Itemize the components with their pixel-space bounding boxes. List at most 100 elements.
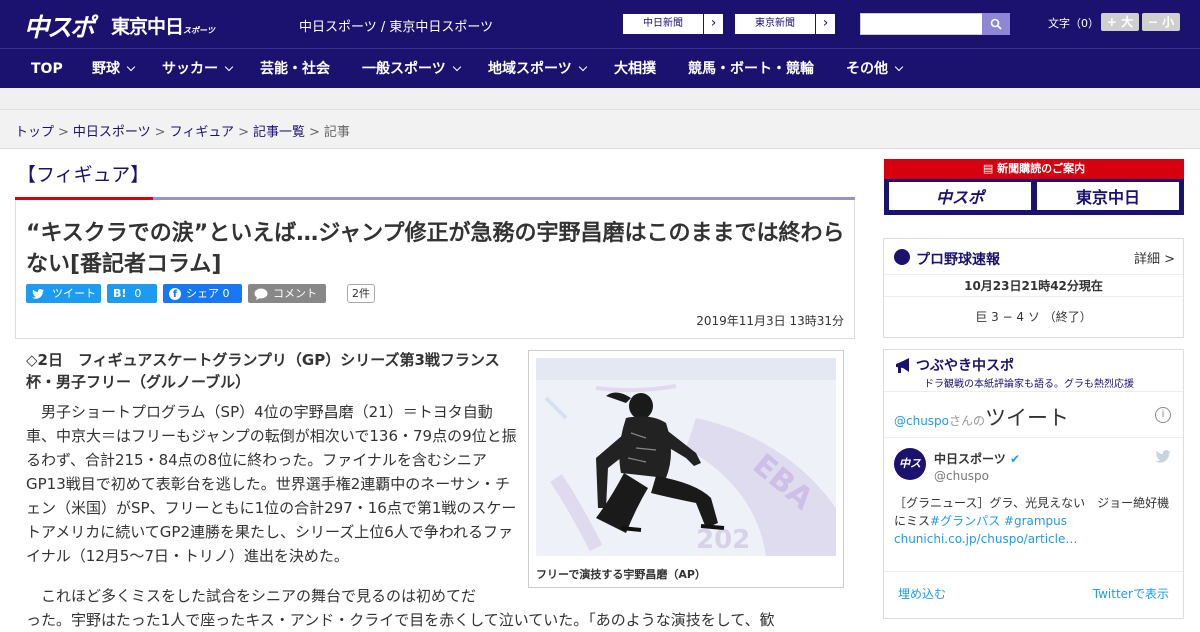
article-date: 2019年11月3日 13時31分: [696, 314, 844, 328]
category-bar: 【フィギュア】: [15, 160, 855, 200]
embed-link[interactable]: 埋め込む: [898, 585, 946, 602]
nav-label: 一般スポーツ: [362, 61, 446, 77]
subscribe-chuspo-logo[interactable]: 中スポ: [888, 181, 1032, 211]
baseball-icon: [894, 249, 910, 265]
tsubuyaki-title: つぶやき中スポ: [916, 358, 1014, 374]
nav-local-sports[interactable]: 地域スポーツ: [488, 49, 587, 89]
tokyo-shimbun-link[interactable]: 東京新聞 ›: [734, 13, 836, 35]
chunichi-link-label: 中日新聞: [643, 18, 683, 29]
article-paragraph-2-line1: これほど多くミスをした試合をシニアの舞台で見るのは初めてだ: [41, 587, 477, 605]
baseball-header: プロ野球速報 詳細 >: [884, 239, 1183, 275]
subscription-logos: 中スポ 東京中日: [888, 181, 1180, 211]
main-nav: TOP 野球 サッカー 芸能・社会 一般スポーツ 地域スポーツ 大相撲 競馬・ボ…: [0, 48, 1200, 88]
tweet-author-name-text: 中日スポーツ: [934, 452, 1006, 466]
sites-link[interactable]: 中日スポーツ / 東京中日スポーツ: [299, 16, 493, 35]
tweet-hashtag[interactable]: #grampus: [1004, 514, 1067, 528]
view-on-twitter-link[interactable]: Twitterで表示: [1093, 585, 1169, 602]
nav-label: その他: [846, 61, 888, 77]
site-header: 中スポ 東京中日スポーツ 中日スポーツ / 東京中日スポーツ 中日新聞 › 東京…: [0, 0, 1200, 48]
verified-icon: ✔: [1009, 452, 1021, 466]
avatar[interactable]: 中スポ: [894, 448, 926, 502]
tweets-handle-link[interactable]: @chuspo: [894, 414, 949, 428]
hatena-b-icon: B!: [113, 287, 127, 300]
tokyo-logo-small: スポーツ: [183, 26, 215, 35]
breadcrumb-list[interactable]: 記事一覧: [253, 125, 305, 140]
info-icon[interactable]: i: [1155, 407, 1171, 423]
nav-racing[interactable]: 競馬・ボート・競輪: [688, 49, 814, 89]
tweets-title: ツイート: [985, 406, 1070, 430]
nav-label: サッカー: [162, 61, 218, 77]
font-bigger-button[interactable]: + 大: [1101, 13, 1139, 31]
tsubuyaki-subtitle: ドラ観戦の本紙評論家も語る。グラも熱烈応援: [924, 379, 1134, 390]
skater-photo[interactable]: EBA 202: [536, 358, 836, 556]
facebook-share-button[interactable]: f シェア 0: [163, 284, 242, 303]
comment-button[interactable]: コメント: [248, 284, 326, 303]
nav-entertainment[interactable]: 芸能・社会: [260, 49, 330, 89]
search-icon: [990, 18, 1002, 30]
chevron-right-icon: ›: [815, 14, 835, 34]
tweet-link[interactable]: chunichi.co.jp/chuspo/article…: [894, 532, 1077, 546]
breadcrumb-top[interactable]: トップ: [15, 125, 54, 140]
nav-baseball[interactable]: 野球: [92, 49, 136, 89]
nav-label: 野球: [92, 61, 120, 77]
tweet-card[interactable]: 中スポ 中日スポーツ ✔ @chuspo ［グラニュース］グラ、光見えない ジョ…: [884, 438, 1183, 572]
breadcrumb-figure[interactable]: フィギュア: [170, 125, 234, 140]
megaphone-icon: [896, 358, 909, 373]
tweets-san: さんの: [949, 414, 986, 428]
chevron-down-icon: [126, 62, 136, 72]
chuspo-logo[interactable]: 中スポ: [24, 8, 95, 44]
tweet-hashtag[interactable]: #グランパス: [930, 514, 1000, 528]
comment-count[interactable]: 2件: [347, 284, 375, 303]
tweets-label: @chuspoさんのツイート: [894, 402, 1069, 432]
tokyo-chunichi-logo[interactable]: 東京中日スポーツ: [111, 12, 215, 39]
nav-sumo[interactable]: 大相撲: [614, 49, 656, 89]
nav-general-sports[interactable]: 一般スポーツ: [362, 49, 461, 89]
tweets-header: @chuspoさんのツイート i: [884, 392, 1183, 438]
font-smaller-button[interactable]: − 小: [1142, 13, 1180, 31]
subscription-heading-text: 新聞購読のご案内: [997, 162, 1086, 175]
breadcrumb-chuspo[interactable]: 中日スポーツ: [73, 125, 151, 140]
baseball-score[interactable]: 巨 3 − 4 ソ （終了）: [884, 297, 1183, 337]
tokyo-link-label: 東京新聞: [755, 18, 795, 29]
tweet-author-name[interactable]: 中日スポーツ ✔: [934, 450, 1020, 467]
breadcrumb-current: 記事: [323, 125, 350, 140]
article-title: “キスクラでの涙”といえば…ジャンプ修正が急務の宇野昌磨はこのままでは終わらない…: [26, 221, 845, 278]
chevron-down-icon: [224, 62, 234, 72]
twitter-bird-icon: [1155, 450, 1171, 467]
chevron-down-icon: [578, 62, 587, 72]
breadcrumb: トップ > 中日スポーツ > フィギュア > 記事一覧 > 記事: [0, 110, 1200, 149]
tokyo-logo-text: 東京中日: [111, 16, 184, 38]
twitter-bird-icon: [32, 288, 44, 299]
nav-soccer[interactable]: サッカー: [162, 49, 234, 89]
chunichi-link[interactable]: 中日新聞 ›: [622, 13, 724, 35]
tweet-author-handle[interactable]: @chuspo: [934, 469, 989, 483]
chevron-right-icon: ›: [703, 14, 723, 34]
baseball-title: プロ野球速報: [916, 252, 1000, 268]
category-title[interactable]: 【フィギュア】: [17, 160, 149, 187]
nav-top[interactable]: TOP: [31, 49, 63, 89]
tweet-text: ［グラニュース］グラ、光見えない ジョー絶好機にミス#グランパス #grampu…: [894, 494, 1176, 548]
tweet-label: ツイート: [52, 287, 96, 300]
chevron-down-icon: [452, 62, 461, 72]
tsubuyaki-header: つぶやき中スポ ドラ観戦の本紙評論家も語る。グラも熱烈応援: [884, 350, 1183, 392]
baseball-updated-time: 10月23日21時42分現在: [884, 275, 1183, 297]
nav-other[interactable]: その他: [846, 49, 904, 89]
comment-label: コメント: [273, 287, 317, 300]
subscription-heading: ▤ 新聞購読のご案内: [884, 159, 1184, 179]
baseball-scores-box: プロ野球速報 詳細 > 10月23日21時42分現在 巨 3 − 4 ソ （終了…: [883, 238, 1184, 338]
article-paragraph-1: 男子ショートプログラム（SP）4位の宇野昌磨（21）＝トヨタ自動車、中京大＝はフ…: [26, 403, 517, 565]
tweet-button[interactable]: ツイート: [26, 284, 101, 303]
baseball-detail-link[interactable]: 詳細 >: [1134, 248, 1175, 267]
nav-label: 大相撲: [614, 61, 656, 77]
search-button[interactable]: [982, 13, 1010, 35]
nav-label: 競馬・ボート・競輪: [688, 61, 814, 77]
article-lead: ◇2日 フィギュアスケートグランプリ（GP）シリーズ第3戦フランス杯・男子フリー…: [26, 351, 500, 391]
font-size-label: 文字（0）: [1048, 17, 1099, 30]
nav-label: 芸能・社会: [260, 61, 330, 77]
subscribe-tokyo-logo[interactable]: 東京中日: [1036, 181, 1180, 211]
subscription-banner[interactable]: ▤ 新聞購読のご案内 中スポ 東京中日: [884, 159, 1184, 215]
tweets-footer: 埋め込む Twitterで表示: [884, 572, 1183, 612]
facebook-icon: f: [169, 287, 181, 300]
facebook-label: シェア 0: [186, 287, 230, 300]
hatena-button[interactable]: B! 0: [107, 284, 157, 303]
